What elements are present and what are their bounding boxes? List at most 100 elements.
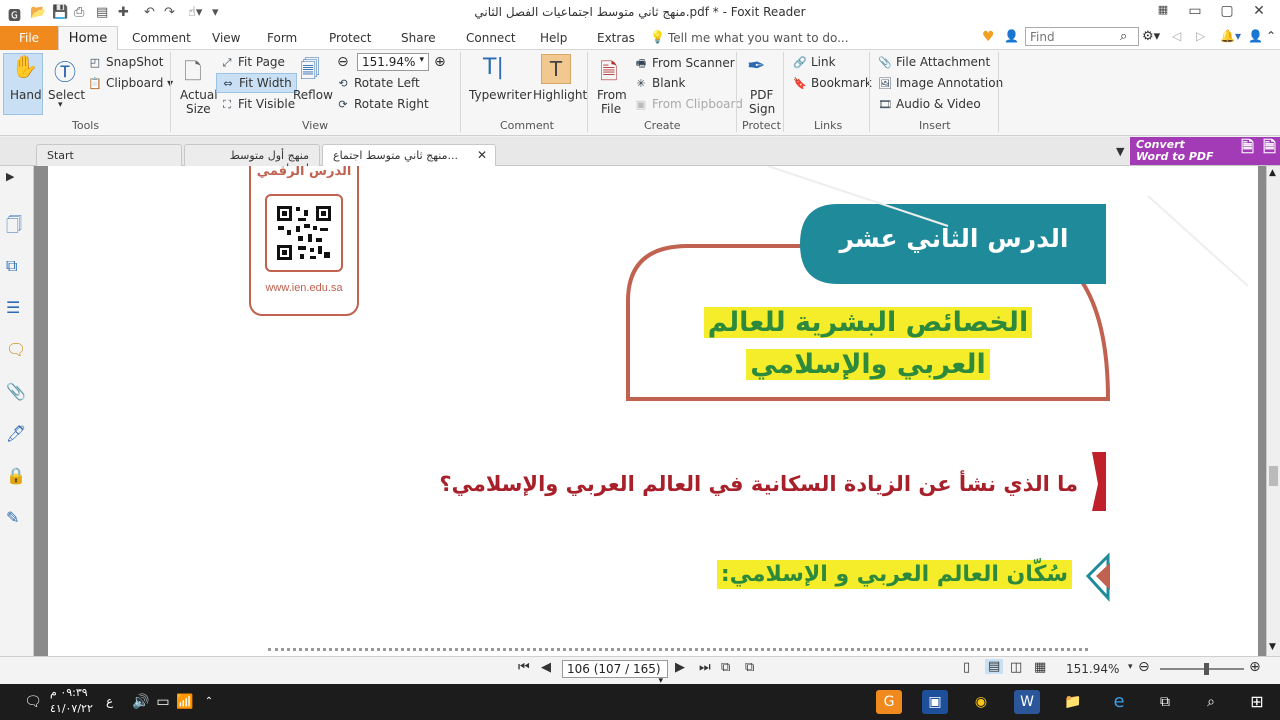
chrome-taskbar-icon[interactable]: ◉ [968,690,994,714]
ribbon-collapse-icon[interactable]: ⌃ [1266,29,1276,43]
page-number-input[interactable]: 106 (107 / 165) ▾ [562,660,668,686]
continuous-view-icon[interactable]: ▤ [985,659,1004,674]
next-page-icon[interactable]: ▶ [675,660,685,675]
tab-comment[interactable]: Comment [132,31,191,45]
status-zoom-value[interactable]: 151.94% [1066,662,1119,676]
show-hidden-icons[interactable]: ⌃ [196,690,222,714]
search-taskbar-icon[interactable]: ⌕ [1198,690,1224,714]
document-viewer[interactable]: الدرس الرقمي www.ien.edu.sa الدرس الثاني… [34,166,1266,656]
users-panel-icon[interactable]: ✎ [6,508,19,527]
link-button[interactable]: 🔗 Link [793,55,835,69]
image-annotation-button[interactable]: 🖼 Image Annotation [878,76,1003,90]
settings-icon[interactable]: ⚙▾ [1142,29,1160,44]
select-button[interactable]: Select [48,88,85,102]
tell-me-search[interactable]: Tell me what you want to do... [668,31,849,45]
layers-icon[interactable]: ⧉ [6,256,17,276]
page-thumbnails-icon[interactable]: 🗍 [6,214,22,241]
tab-help[interactable]: Help [540,31,567,45]
status-zoom-dropdown-icon[interactable]: ▾ [1128,662,1133,672]
heart-icon[interactable]: ♥ [982,29,995,45]
taskbar-date[interactable]: ٤١/٠٧/٢٢ [50,702,93,715]
app-taskbar-icon[interactable]: ▣ [922,690,948,714]
status-zoom-in-icon[interactable]: ⊕ [1249,659,1261,675]
fit-width-button[interactable]: ⇔ Fit Width [216,73,297,93]
next-view-icon[interactable]: ⧉ [745,660,754,675]
convert-word-to-pdf-banner[interactable]: Convert Word to PDF 🗎 🗎 [1130,137,1280,165]
pdf-sign-button[interactable]: PDF [750,88,773,102]
tab-list-dropdown-icon[interactable]: ▼ [1116,145,1124,158]
last-page-icon[interactable]: ⏭ [699,660,711,675]
word-taskbar-icon[interactable]: W [1014,690,1040,714]
tab-view[interactable]: View [212,31,240,45]
select-dropdown-icon[interactable]: ▾ [58,100,63,110]
zoom-out-icon[interactable]: ⊖ [337,54,349,70]
rotate-left-button[interactable]: ⟲ Rotate Left [336,76,419,90]
next-result-icon[interactable]: ▷ [1196,29,1205,43]
tab-extras[interactable]: Extras [597,31,635,45]
signatures-panel-icon[interactable]: 🖊 [6,424,26,443]
security-lock-icon[interactable]: 🔒 [6,466,26,485]
tab-protect[interactable]: Protect [329,31,371,45]
bookmark-button[interactable]: 🔖 Bookmark [793,76,872,90]
vertical-scrollbar[interactable]: ▲ ▼ [1266,166,1280,656]
tab-document-2[interactable]: منهج ثاني متوسط اجتماع... ✕ [322,144,496,166]
scroll-down-icon[interactable]: ▼ [1269,642,1276,652]
file-menu[interactable]: File [0,26,58,50]
tab-start[interactable]: Start [36,144,182,166]
previous-view-icon[interactable]: ⧉ [721,660,730,675]
from-clipboard-button[interactable]: ▣ From Clipboard [634,97,743,111]
zoom-slider[interactable] [1160,668,1244,670]
scrollbar-thumb[interactable] [1269,466,1278,486]
select-text-icon[interactable]: Ⓣ [54,55,76,87]
highlight-button[interactable]: Highlight [533,88,587,102]
actual-size-button[interactable]: Actual [180,88,218,102]
first-page-icon[interactable]: ⏮ [518,660,530,675]
file-attachment-button[interactable]: 📎 File Attachment [878,55,990,69]
continuous-facing-view-icon[interactable]: ▦ [1034,660,1046,675]
search-icon[interactable]: ⌕ [1120,29,1127,44]
input-language[interactable]: ع [106,694,113,708]
audio-video-button[interactable]: 🎞 Audio & Video [878,97,981,111]
ribbon-display-icon[interactable]: ▦ [1148,3,1178,16]
maximize-button[interactable]: ▢ [1212,3,1242,19]
tab-connect[interactable]: Connect [466,31,516,45]
comments-panel-icon[interactable]: 🗨 [6,340,26,359]
wifi-icon[interactable]: 📶 [172,690,198,714]
single-page-view-icon[interactable]: ▯ [963,660,970,675]
zoom-dropdown-icon[interactable]: ▾ [419,55,424,65]
windows-start-icon[interactable]: ⊞ [1244,690,1270,714]
tab-document-1[interactable]: منهج أول متوسط اجتماع... [184,144,320,175]
reflow-button[interactable]: Reflow [293,88,333,102]
website-url[interactable]: www.ien.edu.sa [250,282,358,294]
fit-page-button[interactable]: ⤢ Fit Page [220,55,285,70]
notification-center-icon[interactable]: 🗨 [20,690,46,714]
close-button[interactable]: ✕ [1244,3,1274,19]
taskbar-time[interactable]: ٠٩:٣٩ م [50,686,88,699]
task-view-icon[interactable]: ⧉ [1152,690,1178,714]
zoom-slider-thumb[interactable] [1204,663,1209,675]
from-scanner-button[interactable]: 🖷 From Scanner [634,55,735,74]
clipboard-button[interactable]: 📋 Clipboard ▾ [88,76,173,90]
previous-result-icon[interactable]: ◁ [1172,29,1181,43]
scroll-up-icon[interactable]: ▲ [1269,168,1276,178]
tab-form[interactable]: Form [267,31,297,45]
rotate-right-button[interactable]: ⟳ Rotate Right [336,97,428,111]
user-icon[interactable]: 👤 [1004,29,1019,43]
file-explorer-taskbar-icon[interactable]: 📁 [1060,690,1086,714]
blank-button[interactable]: ✳ Blank [634,76,685,90]
facing-view-icon[interactable]: ◫ [1010,660,1022,675]
tab-home[interactable]: Home [58,26,118,51]
expand-panel-icon[interactable]: ▶ [6,170,14,183]
previous-page-icon[interactable]: ◀ [541,660,551,675]
foxit-reader-taskbar-icon[interactable]: G [876,690,902,714]
fit-visible-button[interactable]: ⛶ Fit Visible [220,97,295,112]
account-icon[interactable]: 👤 [1248,29,1263,43]
zoom-in-icon[interactable]: ⊕ [434,54,446,70]
bookmarks-panel-icon[interactable]: ☰ [6,298,20,317]
typewriter-button[interactable]: Typewriter [469,88,532,102]
status-zoom-out-icon[interactable]: ⊖ [1138,659,1150,675]
close-tab-icon[interactable]: ✕ [477,148,487,162]
zoom-select[interactable]: 151.94% ▾ [357,53,429,71]
edge-taskbar-icon[interactable]: e [1106,690,1132,714]
snapshot-button[interactable]: ◰ SnapShot [88,55,164,69]
